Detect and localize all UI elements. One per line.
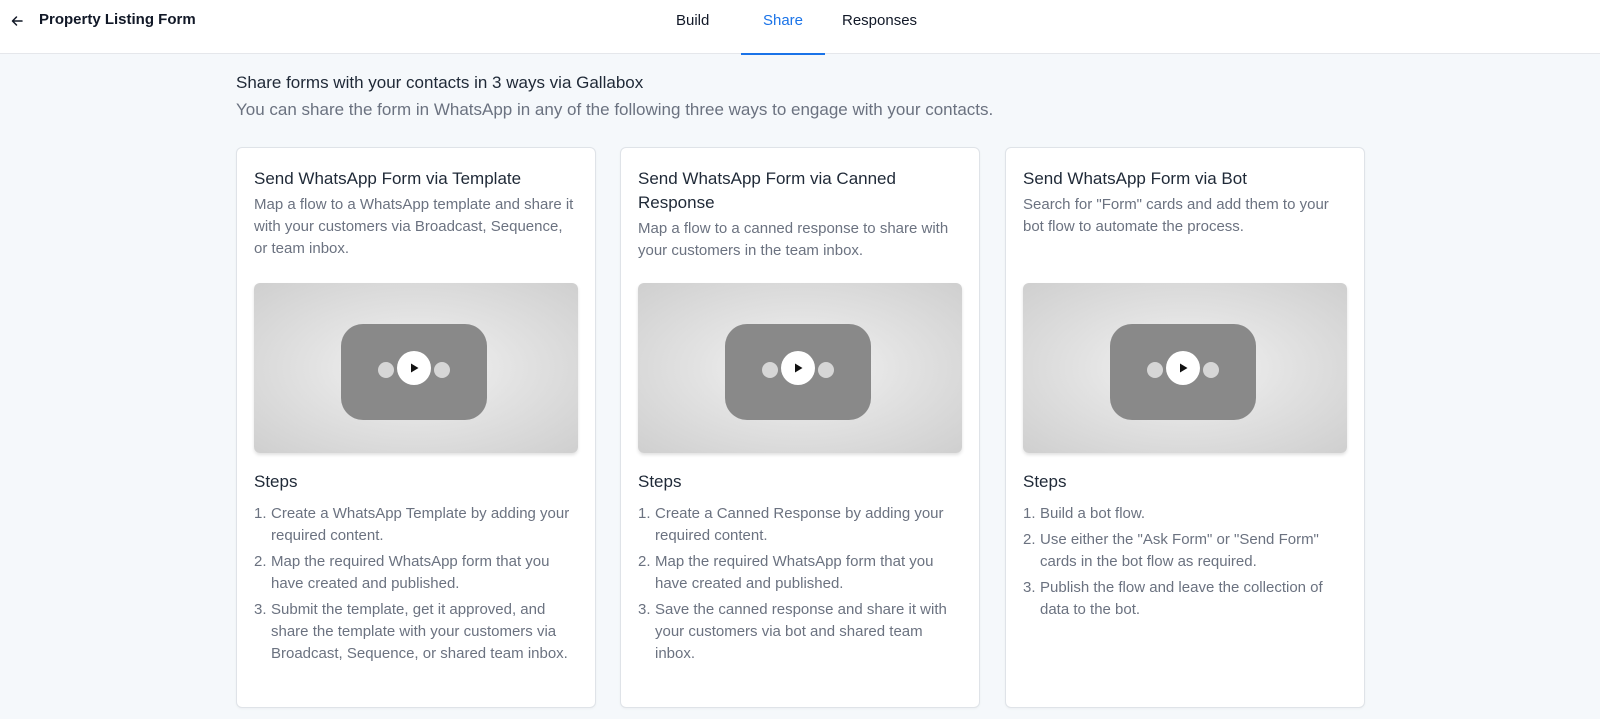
tab-share[interactable]: Share [741, 0, 825, 55]
arrow-left-icon [11, 16, 23, 26]
play-icon [795, 363, 803, 373]
video-thumbnail[interactable] [254, 283, 578, 453]
step-item: 2. Map the required WhatsApp form that yo… [254, 553, 550, 592]
dot-icon [818, 362, 834, 378]
step-item: 2. Use either the "Ask Form" or "Send For… [1023, 531, 1319, 570]
card-description: Map a flow to a WhatsApp template and sh… [254, 196, 574, 257]
card-description: Search for "Form" cards and add them to … [1023, 196, 1329, 235]
intro-title: Share forms with your contacts in 3 ways… [236, 73, 644, 92]
steps-title: Steps [638, 472, 682, 491]
back-button[interactable] [6, 10, 28, 32]
card-description: Map a flow to a canned response to share… [638, 220, 949, 259]
step-item: 1. Build a bot flow. [1023, 505, 1146, 522]
step-item: 1. Create a Canned Response by adding you… [638, 505, 944, 544]
step-item: 1. Create a WhatsApp Template by adding y… [254, 505, 570, 544]
dot-icon [434, 362, 450, 378]
step-item: 3. Save the canned response and share it … [638, 601, 947, 662]
steps-list: 1. Create a Canned Response by adding you… [638, 503, 962, 669]
share-card-canned-response: Send WhatsApp Form via Canned Response M… [620, 147, 980, 708]
steps-title: Steps [254, 472, 298, 491]
play-icon [411, 363, 419, 373]
play-icon [1180, 363, 1188, 373]
play-button[interactable] [397, 351, 431, 385]
video-thumbnail[interactable] [638, 283, 962, 453]
play-button[interactable] [781, 351, 815, 385]
steps-title: Steps [1023, 472, 1067, 491]
steps-list: 1. Build a bot flow. 2. Use either the "As… [1023, 503, 1347, 625]
dot-icon [378, 362, 394, 378]
intro-section: Share forms with your contacts in 3 ways… [236, 73, 993, 120]
card-title: Send WhatsApp Form via Bot [1023, 169, 1247, 188]
steps-list: 1. Create a WhatsApp Template by adding y… [254, 503, 578, 669]
video-thumbnail[interactable] [1023, 283, 1347, 453]
play-button[interactable] [1166, 351, 1200, 385]
intro-subtitle: You can share the form in WhatsApp in an… [236, 100, 994, 119]
dot-icon [762, 362, 778, 378]
card-title: Send WhatsApp Form via Canned Response [638, 169, 896, 212]
step-item: 3. Submit the template, get it approved, … [254, 601, 568, 662]
card-title: Send WhatsApp Form via Template [254, 169, 522, 188]
share-card-template: Send WhatsApp Form via Template Map a fl… [236, 147, 596, 708]
step-item: 3. Publish the flow and leave the collect… [1023, 579, 1323, 618]
share-card-bot: Send WhatsApp Form via Bot Search for "F… [1005, 147, 1365, 708]
step-item: 2. Map the required WhatsApp form that yo… [638, 553, 934, 592]
page-title: Property Listing Form [39, 11, 196, 28]
dot-icon [1147, 362, 1163, 378]
tab-build[interactable]: Build [676, 0, 741, 54]
tab-responses[interactable]: Responses [825, 0, 917, 54]
tab-bar: Build Share Responses [676, 0, 917, 55]
top-bar: Property Listing Form Build Share Respon… [0, 0, 1600, 55]
dot-icon [1203, 362, 1219, 378]
